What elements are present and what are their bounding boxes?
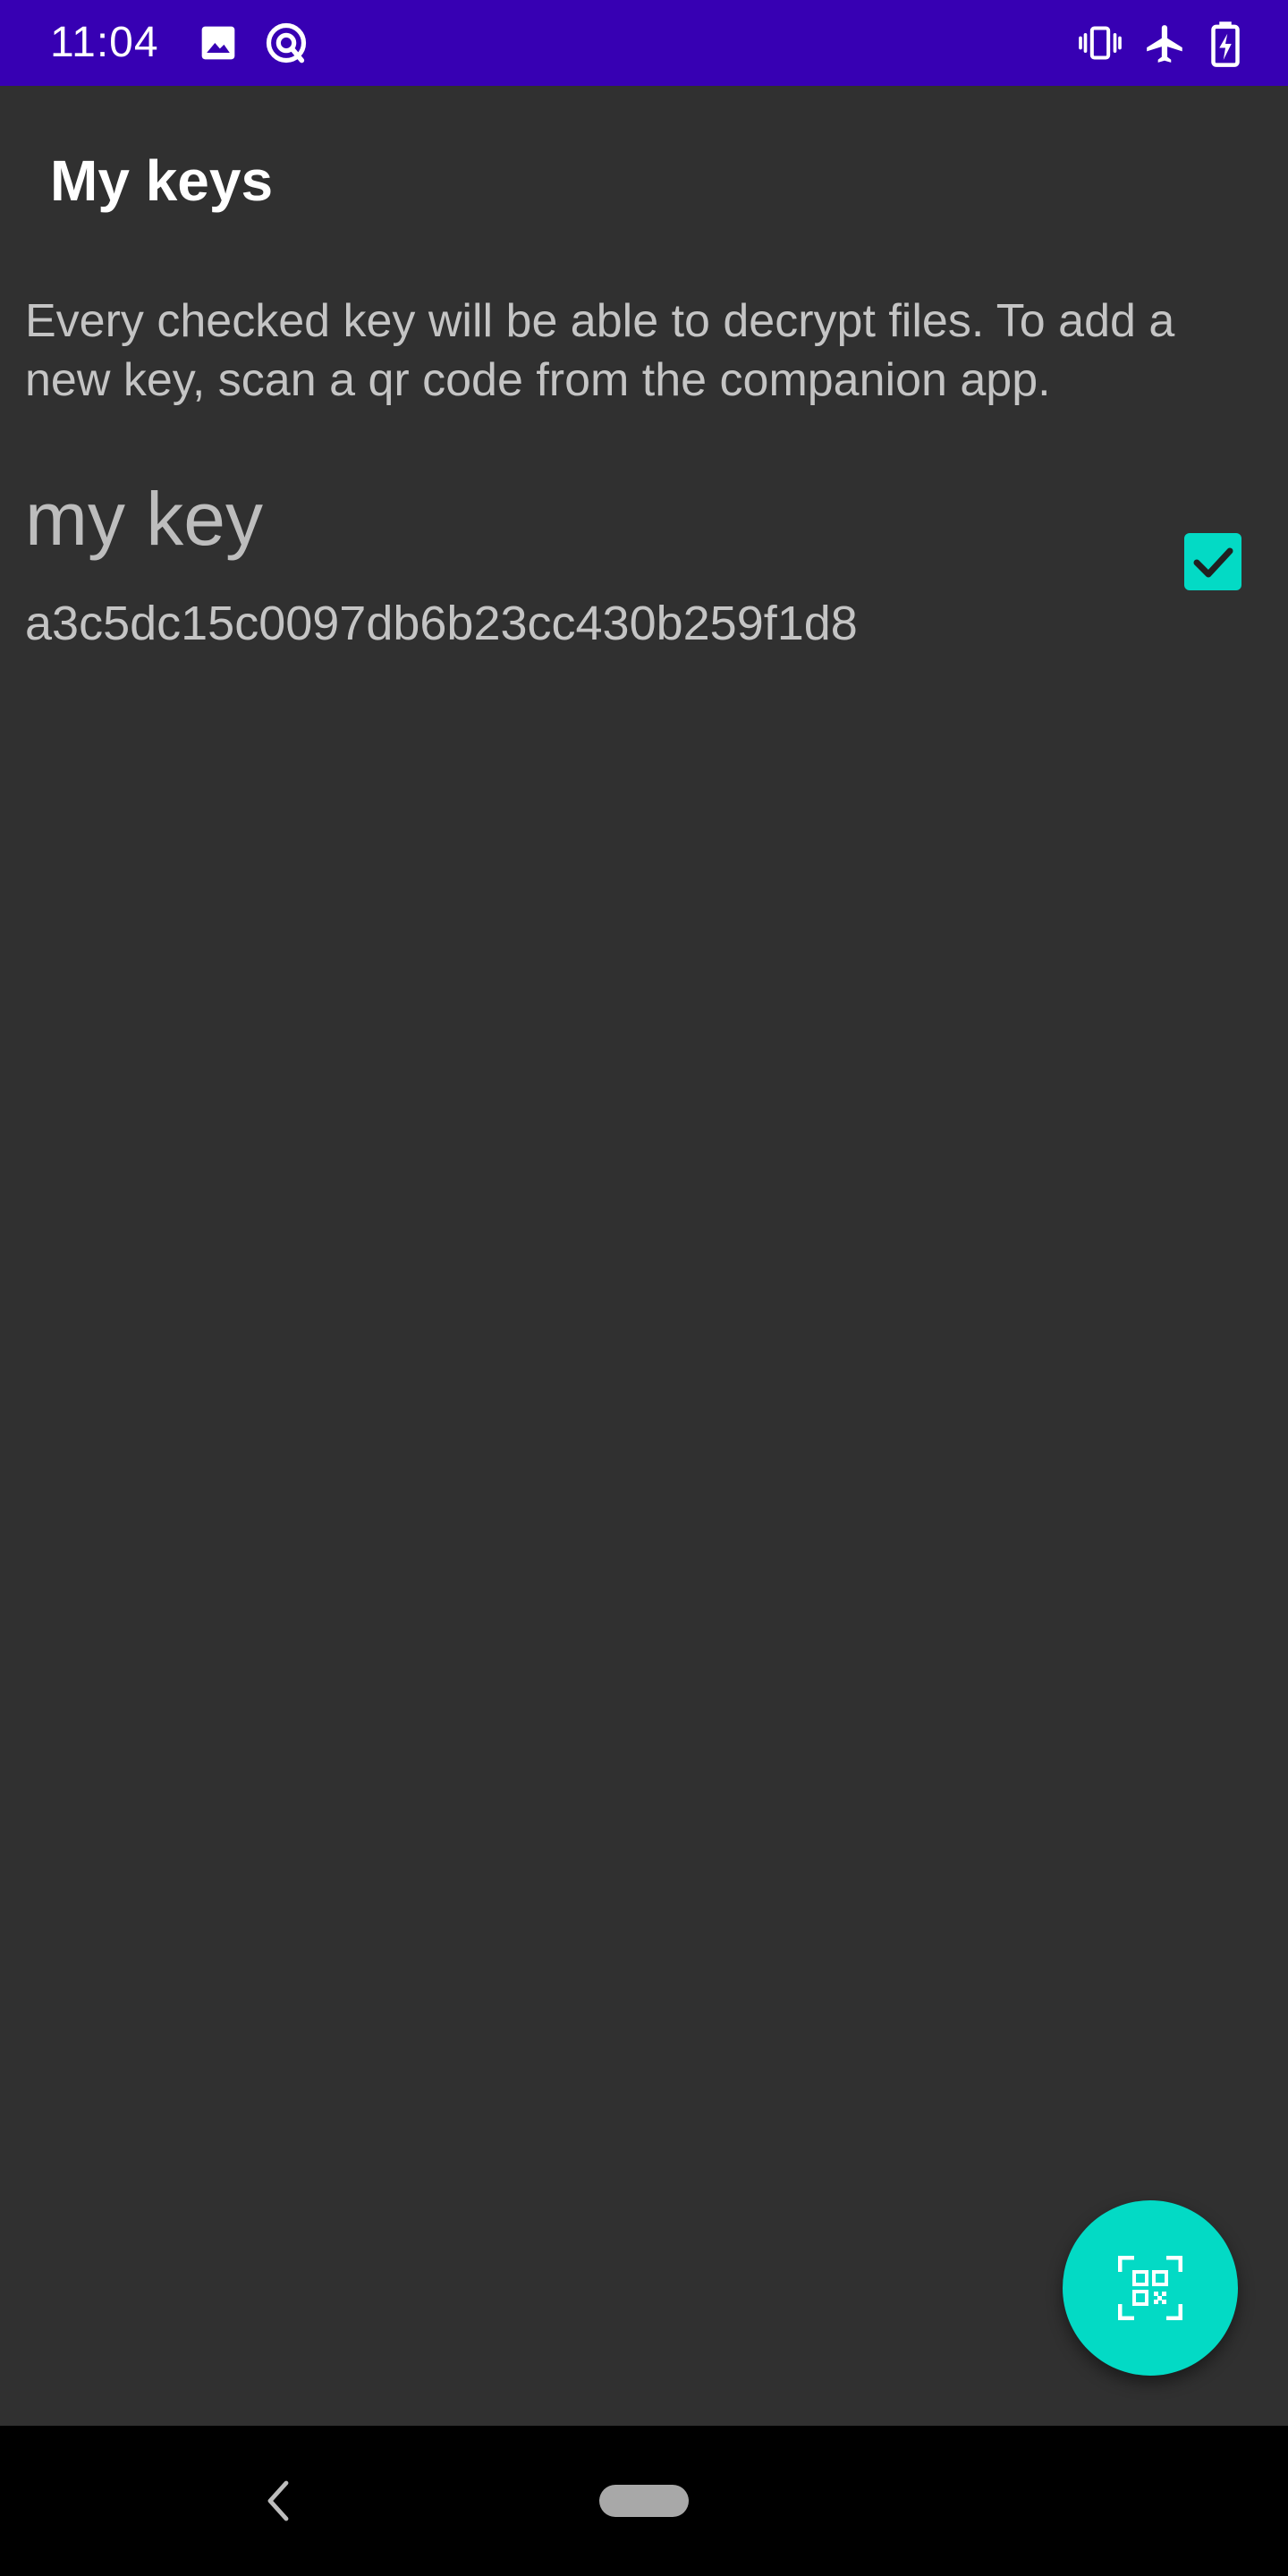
airplane-mode-icon	[1147, 25, 1182, 63]
image-icon	[201, 26, 235, 60]
vibrate-icon	[1079, 26, 1122, 60]
status-bar: 11:04	[0, 0, 1288, 86]
app-bar: My keys	[0, 86, 1288, 265]
sync-status-icon	[266, 22, 307, 64]
back-icon[interactable]	[258, 2476, 301, 2526]
scan-qr-fab[interactable]	[1063, 2200, 1238, 2376]
key-enabled-checkbox[interactable]	[1184, 533, 1241, 590]
keys-description: Every checked key will be able to decryp…	[25, 295, 1175, 406]
page-title: My keys	[50, 148, 274, 213]
key-id: a3c5dc15c0097db6b23cc430b259f1d8	[25, 597, 858, 650]
checkmark-icon	[1193, 547, 1233, 578]
battery-charging-icon	[1211, 21, 1240, 67]
system-navigation-bar	[0, 2426, 1288, 2576]
home-pill[interactable]	[599, 2485, 689, 2517]
status-time: 11:04	[50, 19, 159, 66]
qr-code-scan-icon	[1118, 2256, 1182, 2320]
key-name: my key	[25, 477, 264, 561]
key-list-item[interactable]: my key a3c5dc15c0097db6b23cc430b259f1d8	[0, 465, 1288, 680]
